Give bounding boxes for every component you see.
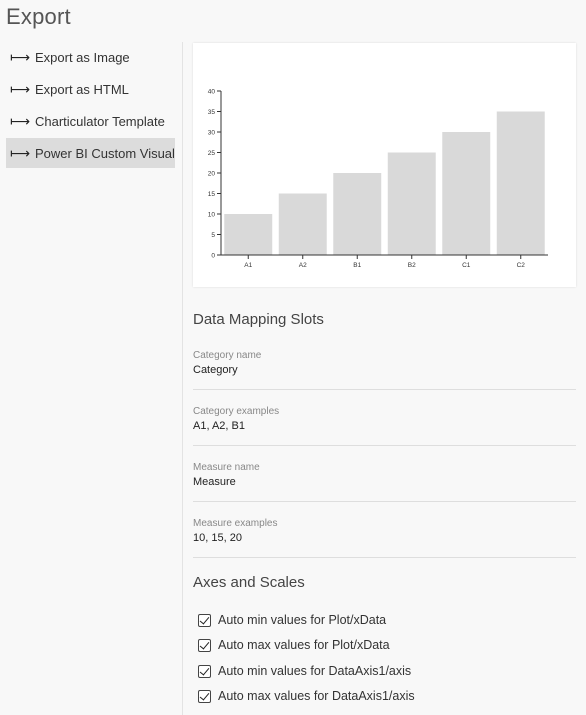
- x-tick-label: A2: [299, 262, 307, 269]
- checkbox-checked[interactable]: [198, 664, 211, 678]
- export-arrow-icon: ⟼: [10, 48, 31, 65]
- bar-a2: [278, 193, 327, 255]
- y-tick-label: 15: [208, 191, 216, 198]
- category-name-input[interactable]: [193, 364, 573, 376]
- measure-examples-input[interactable]: [193, 532, 573, 544]
- field-label: Measure examples: [193, 518, 278, 529]
- x-tick-label: B1: [353, 262, 361, 269]
- x-tick-label: C1: [462, 262, 471, 269]
- sidebar-item-charticulator-template[interactable]: ⟼ Charticulator Template: [6, 106, 175, 136]
- x-tick-label: B2: [408, 262, 416, 269]
- y-tick-label: 30: [208, 130, 216, 137]
- checkbox-label: Auto min values for Plot/xData: [218, 613, 387, 627]
- checkbox-checked[interactable]: [198, 613, 211, 627]
- sidebar-item-export-image[interactable]: ⟼ Export as Image: [6, 42, 175, 72]
- measure-name-field[interactable]: Measure name: [193, 462, 576, 502]
- sidebar-item-label: Power BI Custom Visual: [35, 145, 175, 161]
- export-arrow-icon: ⟼: [10, 112, 31, 129]
- field-label: Category examples: [193, 406, 280, 417]
- export-arrow-icon: ⟼: [10, 80, 31, 97]
- checkbox-checked[interactable]: [198, 689, 211, 703]
- checkbox-checked[interactable]: [198, 638, 211, 652]
- bar-c2: [496, 111, 545, 255]
- sidebar-item-label: Export as Image: [35, 49, 130, 65]
- x-tick-label: C2: [517, 262, 526, 269]
- sidebar-item-export-html[interactable]: ⟼ Export as HTML: [6, 74, 175, 104]
- category-examples-input[interactable]: [193, 420, 573, 432]
- measure-examples-field[interactable]: Measure examples: [193, 518, 576, 558]
- auto-min-dataaxis1-option[interactable]: Auto min values for DataAxis1/axis: [198, 661, 411, 681]
- field-label: Category name: [193, 350, 262, 361]
- y-tick-label: 25: [208, 150, 216, 157]
- export-arrow-icon: ⟼: [10, 144, 31, 161]
- field-label: Measure name: [193, 462, 260, 473]
- auto-min-plot-xdata-option[interactable]: Auto min values for Plot/xData: [198, 610, 386, 630]
- sidebar-item-power-bi-custom-visual[interactable]: ⟼ Power BI Custom Visual: [6, 138, 175, 168]
- x-tick-label: A1: [244, 262, 252, 269]
- auto-max-plot-xdata-option[interactable]: Auto max values for Plot/xData: [198, 635, 390, 655]
- bar-b2: [387, 152, 436, 255]
- category-examples-field[interactable]: Category examples: [193, 406, 576, 446]
- sidebar-item-label: Charticulator Template: [35, 113, 165, 129]
- checkbox-label: Auto max values for DataAxis1/axis: [218, 689, 415, 703]
- y-tick-label: 0: [211, 253, 215, 260]
- sidebar-item-label: Export as HTML: [35, 81, 129, 97]
- axes-scales-heading: Axes and Scales: [193, 574, 305, 591]
- checkbox-label: Auto min values for DataAxis1/axis: [218, 664, 412, 678]
- data-mapping-heading: Data Mapping Slots: [193, 311, 324, 328]
- bar-c1: [442, 132, 491, 255]
- checkbox-label: Auto max values for Plot/xData: [218, 638, 390, 652]
- bar-a1: [224, 214, 273, 255]
- bar-b1: [333, 173, 382, 255]
- y-tick-label: 5: [211, 232, 215, 239]
- chart-preview: 0 5 10 15 20 25 30 35 40 A1 A2 B1 B2 C1 C2: [193, 43, 576, 287]
- auto-max-dataaxis1-option[interactable]: Auto max values for DataAxis1/axis: [198, 686, 415, 706]
- bar-chart: 0 5 10 15 20 25 30 35 40 A1 A2 B1 B2 C1 C2: [208, 89, 548, 269]
- y-tick-label: 35: [208, 109, 216, 116]
- page-title: Export: [6, 4, 71, 29]
- y-tick-label: 40: [208, 89, 216, 96]
- y-tick-label: 10: [208, 212, 216, 219]
- panel-divider: [182, 42, 183, 715]
- y-tick-label: 20: [208, 171, 216, 178]
- export-sidebar: ⟼ Export as Image ⟼ Export as HTML ⟼ Cha…: [6, 42, 175, 170]
- measure-name-input[interactable]: [193, 476, 573, 488]
- category-name-field[interactable]: Category name: [193, 350, 576, 390]
